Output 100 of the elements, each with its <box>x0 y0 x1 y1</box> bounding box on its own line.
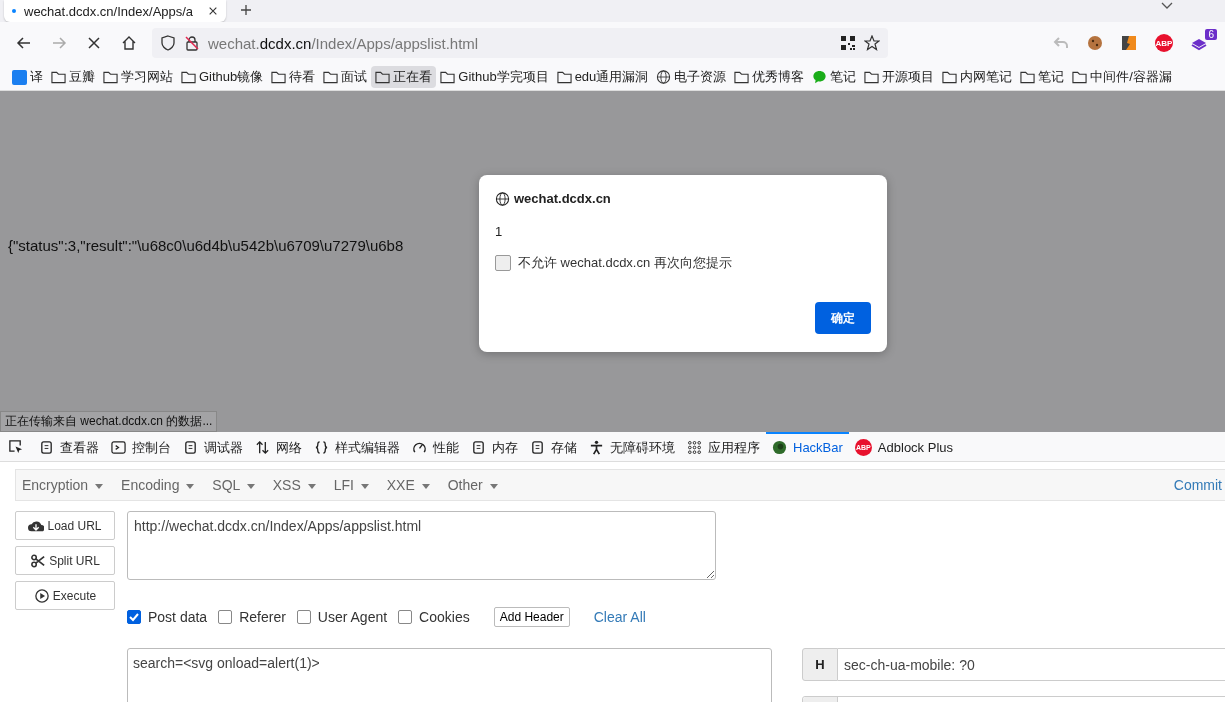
folder-icon <box>103 70 118 84</box>
checkbox[interactable] <box>296 610 311 624</box>
bookmark-item[interactable]: 中间件/容器漏 <box>1068 66 1176 88</box>
folder-icon <box>271 70 287 84</box>
menu-dropdown[interactable]: Other <box>447 477 507 493</box>
close-icon[interactable] <box>208 6 218 16</box>
devtools-tab[interactable]: 性能 <box>406 432 465 461</box>
caret-icon <box>186 483 195 489</box>
panel-icon <box>39 440 54 455</box>
devtools-tab[interactable]: 查看器 <box>33 432 105 461</box>
translate-icon <box>12 69 27 85</box>
braces-icon <box>314 440 329 455</box>
ok-button[interactable]: 确定 <box>815 302 871 334</box>
chevron-down-icon[interactable] <box>1161 2 1173 10</box>
devtools-tab[interactable]: 样式编辑器 <box>308 432 406 461</box>
add-header-button[interactable]: Add Header <box>493 607 570 627</box>
url-field[interactable]: http://wechat.dcdx.cn/Index/Apps/appslist.html <box>127 511 716 580</box>
star-icon[interactable] <box>864 35 880 51</box>
bookmark-item[interactable]: 笔记 <box>1016 66 1069 88</box>
console-icon <box>111 440 126 455</box>
menu-dropdown[interactable]: LFI <box>333 477 378 493</box>
globe-icon <box>495 191 510 206</box>
hackbar-logo-icon <box>772 440 787 455</box>
bookmark-item[interactable]: Github镜像 <box>177 66 268 88</box>
checkbox[interactable] <box>218 610 233 624</box>
scissors-icon <box>30 553 47 568</box>
tab-title: wechat.dcdx.cn/Index/Apps/a <box>24 3 195 19</box>
folder-icon <box>1020 70 1036 84</box>
caret-icon <box>360 483 369 489</box>
checkbox[interactable] <box>398 610 413 624</box>
folder-icon <box>375 70 391 84</box>
loading-dot <box>12 9 16 13</box>
caret-icon <box>489 483 498 489</box>
qr-code-icon[interactable] <box>840 35 856 51</box>
globe-icon <box>656 70 672 84</box>
shield-icon[interactable] <box>160 35 176 51</box>
bookmark-item[interactable]: 学习网站 <box>99 66 177 88</box>
menu-dropdown[interactable]: SQL <box>212 477 264 493</box>
status-text: 正在传输来自 wechat.dcdx.cn 的数据... <box>0 411 218 432</box>
menu-dropdown[interactable]: XXE <box>386 477 439 493</box>
post-data-field[interactable]: search=<svg onload=alert(1)> <box>127 648 772 702</box>
caret-icon <box>95 483 104 489</box>
bookmark-item[interactable]: edu通用漏洞 <box>552 66 653 88</box>
devtools-tab[interactable]: 网络 <box>249 432 308 461</box>
bookmark-item[interactable]: 笔记 <box>808 66 861 88</box>
extension-icon[interactable] <box>1121 35 1137 51</box>
bookmark-item[interactable]: 面试 <box>319 66 372 88</box>
header-field[interactable]: sec-ch-ua-mobile: ?0 <box>838 648 1225 681</box>
commit-link[interactable]: Commit <box>1173 477 1222 493</box>
cookie-icon[interactable] <box>1087 35 1103 51</box>
bookmark-item[interactable]: Github学完项目 <box>436 66 553 88</box>
address-bar[interactable]: wechat.dcdx.cn/Index/Apps/appslist.html <box>152 28 888 58</box>
checkbox[interactable] <box>495 255 511 271</box>
header-toggle[interactable]: H <box>802 648 838 681</box>
response-text: {"status":3,"result":"\u68c0\u6d4b\u542b\u6709\u7279\u6b8 <box>8 237 404 254</box>
new-tab-icon[interactable] <box>240 4 252 16</box>
folder-icon <box>556 70 572 84</box>
adblock-icon[interactable]: ABP <box>1155 34 1173 52</box>
person-icon <box>589 440 604 455</box>
action-button[interactable]: Execute <box>15 581 115 610</box>
devtools-tab[interactable]: 无障碍环境 <box>583 432 681 461</box>
folder-icon <box>942 70 958 84</box>
devtools-tab[interactable]: 调试器 <box>177 432 249 461</box>
checkbox-label: Referer <box>239 609 286 625</box>
devtools-tab[interactable]: 存储 <box>524 432 583 461</box>
folder-icon <box>181 70 196 84</box>
devtools-tab[interactable]: 应用程序 <box>681 432 766 461</box>
folder-icon <box>864 70 880 84</box>
folder-icon <box>1072 70 1088 84</box>
bookmark-item[interactable]: 正在看 <box>371 66 437 88</box>
menu-dropdown[interactable]: Encoding <box>121 477 204 493</box>
bookmark-item[interactable]: 待看 <box>267 66 320 88</box>
action-button[interactable]: Split URL <box>15 546 115 575</box>
dialog-title: wechat.dcdx.cn <box>514 191 611 206</box>
bookmark-item[interactable]: 内网笔记 <box>938 66 1017 88</box>
action-button[interactable]: Load URL <box>15 511 115 540</box>
bookmark-item[interactable]: 开源项目 <box>860 66 939 88</box>
browser-tab[interactable]: wechat.dcdx.cn/Index/Apps/a <box>4 0 226 22</box>
caret-icon <box>421 483 430 489</box>
insecure-lock-icon[interactable] <box>184 35 200 51</box>
panel-icon <box>530 440 545 455</box>
bookmark-item[interactable]: 译 <box>8 66 47 88</box>
menu-dropdown[interactable]: Encryption <box>22 477 113 493</box>
caret-icon <box>307 483 316 489</box>
menu-dropdown[interactable]: XSS <box>272 477 325 493</box>
play-icon <box>33 588 50 603</box>
devtools-tab[interactable]: 内存 <box>465 432 524 461</box>
folder-icon <box>440 70 456 84</box>
back-icon[interactable] <box>16 35 32 51</box>
clear-all-link[interactable]: Clear All <box>593 609 646 625</box>
bookmark-item[interactable]: 豆瓣 <box>47 66 99 88</box>
checkbox[interactable] <box>127 610 141 624</box>
home-icon[interactable] <box>121 35 137 51</box>
url-text: wechat.dcdx.cn/Index/Apps/appslist.html <box>208 34 480 52</box>
devtools-tab[interactable]: 控制台 <box>105 432 177 461</box>
bookmark-item[interactable]: 优秀博客 <box>730 66 809 88</box>
element-picker-icon[interactable] <box>8 439 23 454</box>
bookmark-item[interactable]: 电子资源 <box>652 66 731 88</box>
cloud-download-icon <box>28 518 45 533</box>
stop-icon[interactable] <box>86 35 102 51</box>
